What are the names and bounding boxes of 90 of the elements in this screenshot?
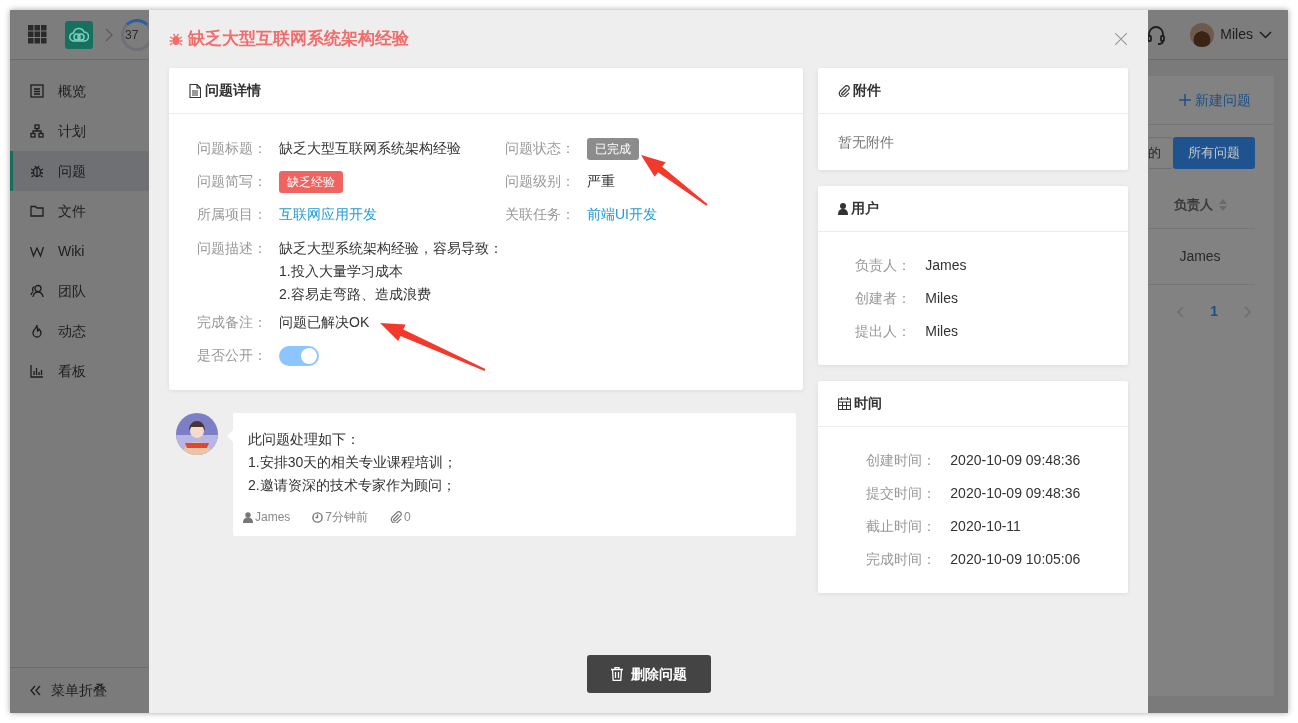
filter-tab[interactable]: 所有问题 [1173,137,1255,169]
wiki-icon [30,244,44,258]
field-link[interactable]: 互联网应用开发 [279,204,377,225]
description-line: 缺乏大型系统架构经验，容易导致： [279,239,503,258]
table-cell-text: James [1179,247,1221,266]
field-label: 完成时间： [866,550,938,569]
sidebar-item[interactable]: 团队 [10,271,149,311]
field-value: 2020-10-09 09:48:36 [950,484,1081,503]
card-title: 问题详情 [205,81,261,100]
field-value: James [925,256,967,275]
comment-line: 1.安排30天的相关专业课程培训； [248,453,459,472]
modal-title: 缺乏大型互联网系统架构经验 [188,28,409,51]
bug-icon [30,164,44,178]
plus-icon [1179,94,1191,106]
field-label: 是否公开： [197,346,268,365]
field-value: 2020-10-09 09:48:36 [950,451,1081,470]
user-avatar [176,413,218,455]
field-label: 问题级别： [505,172,576,191]
new-issue-button[interactable]: 新建问题 [1179,76,1251,124]
delete-issue-button[interactable]: 删除问题 [586,655,711,693]
chevron-right-icon [105,27,113,42]
folder-icon [30,204,44,218]
calendar-icon [838,397,852,410]
field-link[interactable]: 前端UI开发 [587,204,657,225]
field-label: 创建者： [855,289,913,308]
field-label: 问题标题： [197,139,268,158]
close-icon[interactable] [1115,33,1127,45]
field-value: 问题已解决OK [279,313,370,332]
sidebar-item[interactable]: 看板 [10,351,149,391]
field-label: 提交时间： [866,484,938,503]
field-label: 问题简写： [197,172,268,191]
trash-icon [610,667,623,681]
user-name[interactable]: Miles [1220,24,1253,45]
comment-line: 2.邀请资深的技术专家作为顾问； [248,476,457,495]
sidebar-item[interactable]: 概览 [10,71,149,111]
user-icon [243,511,253,523]
field-label: 所属项目： [197,205,268,224]
card-title: 时间 [854,394,883,413]
bar-chart-icon [30,364,44,378]
flame-icon [30,324,44,338]
field-label: 负责人： [855,256,913,275]
field-label: 关联任务： [505,205,576,224]
chevron-down-icon[interactable] [1259,30,1272,39]
empty-attachments-text: 暂无附件 [838,132,895,152]
clock-icon [312,511,324,523]
card-title: 用户 [851,199,880,218]
user-avatar[interactable] [1190,22,1215,47]
annotation-arrow [641,155,708,206]
description-line: 2.容易走弯路、造成浪费 [279,285,432,304]
field-value: Miles [925,322,958,341]
attachment-count: 0 [404,509,411,526]
field-value: 2020-10-09 10:05:06 [950,550,1081,569]
sidebar-item[interactable]: 计划 [10,111,149,151]
team-icon [30,284,44,298]
comment-time: 7分钟前 [325,509,369,526]
page-number[interactable]: 1 [1210,301,1218,322]
field-label: 截止时间： [866,517,938,536]
list-icon [30,84,44,98]
field-label: 问题描述： [197,239,268,258]
headset-icon[interactable] [1146,24,1167,45]
sidebar-item[interactable]: 文件 [10,191,149,231]
comment-author: James [255,509,291,526]
hierarchy-icon [30,124,44,138]
document-icon [189,83,201,98]
logo[interactable] [65,20,93,49]
sidebar-item[interactable]: Wiki [10,231,149,271]
paperclip-icon [838,84,851,97]
sidebar-item[interactable]: 动态 [10,311,149,351]
comment-line: 此问题处理如下： [248,430,361,449]
field-label: 问题状态： [505,139,576,158]
description-line: 1.投入大量学习成本 [279,262,404,281]
status-badge: 缺乏经验 [279,170,343,193]
field-value: 严重 [587,172,615,191]
bug-icon [169,32,183,46]
field-value: 2020-10-11 [950,517,1021,536]
column-header[interactable]: 负责人 [1173,194,1213,215]
public-toggle[interactable] [279,345,319,366]
field-label: 创建时间： [866,451,938,470]
field-label: 提出人： [855,322,913,341]
paperclip-icon [390,511,403,523]
field-value: 缺乏大型互联网系统架构经验 [279,139,461,158]
collapse-menu-button[interactable]: 菜单折叠 [30,680,107,701]
sidebar-item[interactable]: 问题 [10,151,149,191]
field-label: 完成备注： [197,313,268,332]
field-value: Miles [925,289,958,308]
user-icon [838,202,849,215]
double-chevron-left-icon [30,685,41,696]
apps-grid-icon[interactable] [28,25,47,44]
card-title: 附件 [853,81,882,100]
status-badge: 已完成 [587,137,639,160]
